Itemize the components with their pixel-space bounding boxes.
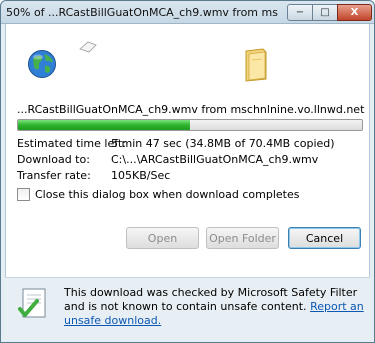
close-when-done-option[interactable]: Close this dialog box when download comp…	[17, 188, 299, 201]
transfer-rate-label: Transfer rate:	[17, 169, 91, 182]
cancel-button[interactable]: Cancel	[288, 227, 361, 249]
close-button[interactable]: X	[337, 4, 372, 21]
estimated-time-label: Estimated time left:	[17, 137, 126, 150]
paper-sheet-icon	[79, 41, 97, 53]
window-title: 50% of ...RCastBillGuatOnMCA_ch9.wmv fro…	[6, 6, 278, 19]
download-to-row: Download to: C:\...\ARCastBillGuatOnMCA_c…	[17, 153, 318, 166]
transfer-rate-value: 105KB/Sec	[111, 169, 171, 182]
shield-check-document-icon	[18, 288, 46, 318]
download-to-label: Download to:	[17, 153, 90, 166]
transfer-rate-row: Transfer rate: 105KB/Sec	[17, 169, 170, 182]
title-bar[interactable]: 50% of ...RCastBillGuatOnMCA_ch9.wmv fro…	[1, 1, 374, 24]
download-progress-bar	[17, 119, 363, 131]
open-folder-button[interactable]: Open Folder	[206, 227, 279, 249]
estimated-time-row: Estimated time left:5 min 47 sec (34.8MB…	[17, 137, 335, 150]
globe-icon	[28, 50, 56, 78]
estimated-time-value: 5 min 47 sec (34.8MB of 70.4MB copied)	[111, 137, 335, 150]
safety-footer: This download was checked by Microsoft S…	[5, 277, 370, 340]
dialog-content: ...RCastBillGuatOnMCA_ch9.wmv from mschn…	[5, 24, 370, 277]
safety-message: This download was checked by Microsoft S…	[64, 286, 364, 328]
open-button[interactable]: Open	[126, 227, 199, 249]
file-source-label: ...RCastBillGuatOnMCA_ch9.wmv from mschn…	[17, 103, 365, 116]
minimize-button[interactable]: −	[287, 4, 313, 21]
download-dialog: 50% of ...RCastBillGuatOnMCA_ch9.wmv fro…	[0, 0, 375, 343]
close-when-done-checkbox[interactable]	[17, 188, 30, 201]
progress-fill	[18, 120, 190, 130]
download-to-value: C:\...\ARCastBillGuatOnMCA_ch9.wmv	[111, 153, 319, 166]
close-when-done-label[interactable]: Close this dialog box when download comp…	[35, 188, 299, 201]
folder-icon	[245, 48, 267, 82]
maximize-button[interactable]: □	[312, 4, 338, 21]
